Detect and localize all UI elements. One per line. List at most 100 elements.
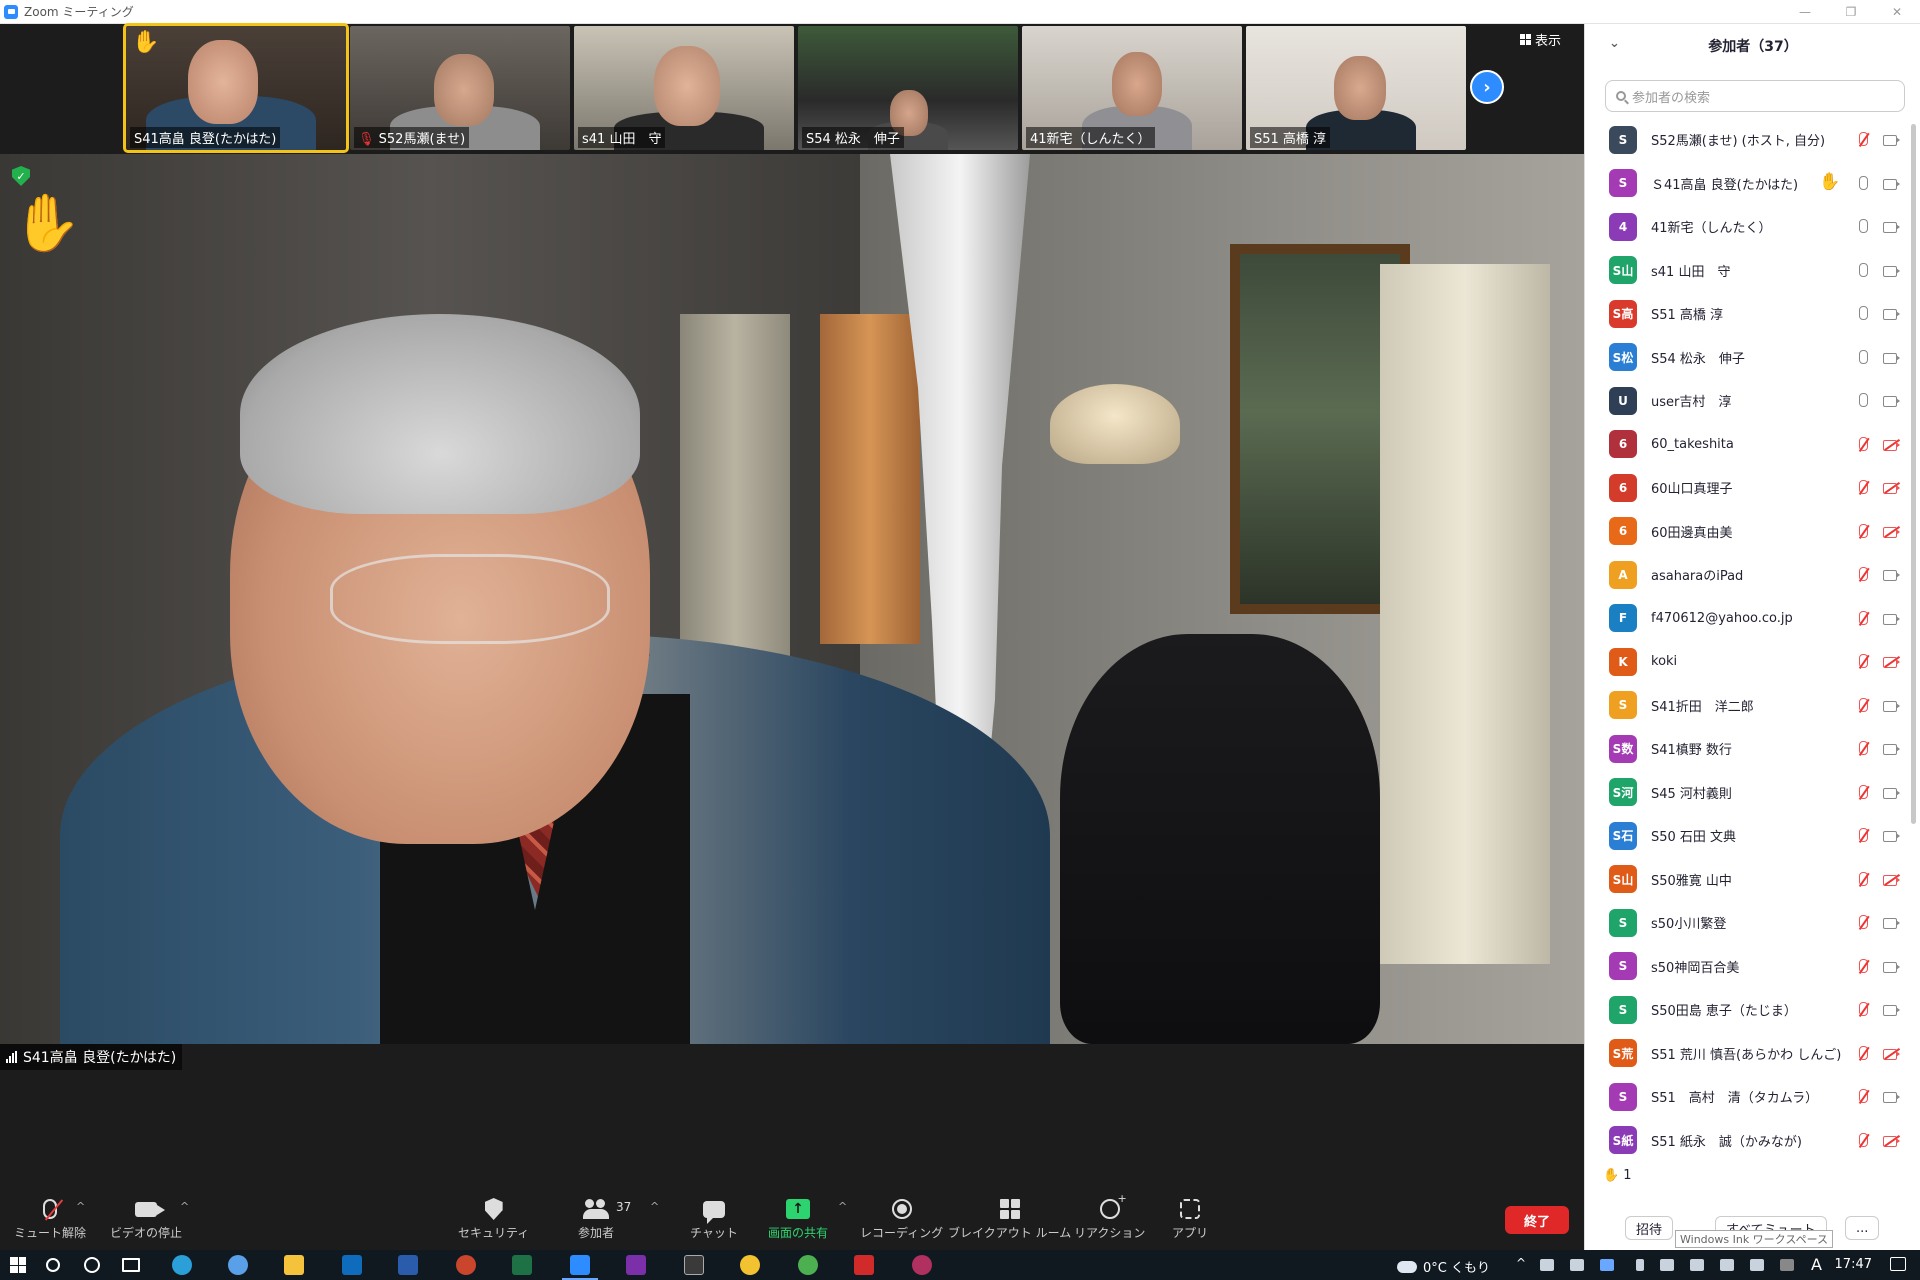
muted-mic-icon[interactable] — [1855, 698, 1871, 714]
muted-mic-icon[interactable] — [1855, 654, 1871, 670]
participant-row[interactable]: Ss50小川繁登 — [1585, 901, 1915, 945]
mic-icon[interactable] — [1855, 219, 1871, 235]
pen-icon[interactable] — [1750, 1259, 1764, 1271]
participant-row[interactable]: S松 S54 松永 伸子 — [1585, 336, 1915, 380]
camera-off-icon[interactable] — [1883, 524, 1900, 540]
participant-row[interactable]: Uuser吉村 淳 — [1585, 379, 1915, 423]
participant-row[interactable]: Ss50神岡百合美 — [1585, 945, 1915, 989]
camera-icon[interactable] — [1883, 132, 1900, 148]
camera-icon[interactable] — [1883, 1089, 1900, 1105]
clock[interactable]: 17:47 — [1835, 1257, 1872, 1272]
muted-mic-icon[interactable] — [1855, 915, 1871, 931]
participant-search-input[interactable]: 参加者の検索 — [1605, 80, 1905, 112]
participants-options-caret[interactable]: ^ — [650, 1200, 659, 1213]
camera-off-icon[interactable] — [1883, 654, 1900, 670]
file-explorer-icon[interactable] — [284, 1255, 304, 1275]
camera-icon[interactable] — [1883, 915, 1900, 931]
meet-now-icon[interactable] — [1540, 1259, 1554, 1271]
camera-icon[interactable] — [1883, 828, 1900, 844]
chevron-down-icon[interactable]: ⌄ — [1609, 36, 1620, 51]
participant-row[interactable]: S数 S41槙野 数行 — [1585, 727, 1915, 771]
camera-icon[interactable] — [1883, 350, 1900, 366]
participant-row[interactable]: AasaharaのiPad — [1585, 553, 1915, 597]
mic-icon[interactable] — [1855, 306, 1871, 322]
participant-row[interactable]: S山 S50雅寛 山中 — [1585, 858, 1915, 902]
more-options-button[interactable]: ... — [1845, 1216, 1880, 1240]
chrome-icon[interactable] — [798, 1255, 818, 1275]
participants-button[interactable]: 参加者 — [578, 1196, 614, 1241]
gallery-thumb[interactable]: S54 松永 伸子 — [798, 26, 1018, 150]
chevron-right-icon[interactable]: › — [1470, 70, 1504, 104]
camera-icon[interactable] — [1883, 959, 1900, 975]
onenote-icon[interactable] — [626, 1255, 646, 1275]
share-options-caret[interactable]: ^ — [838, 1200, 847, 1213]
camera-icon[interactable] — [1883, 176, 1900, 192]
security-button[interactable]: セキュリティ — [458, 1196, 529, 1241]
stop-video-button[interactable]: ビデオの停止 — [110, 1196, 182, 1241]
muted-mic-icon[interactable] — [1855, 741, 1871, 757]
minimize-icon[interactable]: — — [1782, 0, 1828, 24]
participant-row[interactable]: S河 S45 河村義則 — [1585, 771, 1915, 815]
muted-mic-icon[interactable] — [1855, 785, 1871, 801]
muted-mic-icon[interactable] — [1855, 959, 1871, 975]
app-icon[interactable] — [740, 1255, 760, 1275]
muted-mic-icon[interactable] — [1855, 524, 1871, 540]
muted-mic-icon[interactable] — [1855, 611, 1871, 627]
record-button[interactable]: レコーディング — [860, 1196, 943, 1241]
participant-row[interactable]: 6 60山口真理子 — [1585, 466, 1915, 510]
gallery-thumb[interactable]: s41 山田 守 — [574, 26, 794, 150]
calendar-icon[interactable] — [684, 1255, 704, 1275]
camera-icon[interactable] — [1883, 263, 1900, 279]
camera-icon[interactable] — [1883, 741, 1900, 757]
participant-row[interactable]: S S50田島 恵子（たじま） — [1585, 988, 1915, 1032]
muted-mic-icon[interactable] — [1855, 1046, 1871, 1062]
excel-icon[interactable] — [512, 1255, 532, 1275]
zoom-taskbar-icon[interactable] — [562, 1255, 598, 1280]
camera-off-icon[interactable] — [1883, 1046, 1900, 1062]
chat-button[interactable]: チャット — [690, 1196, 738, 1241]
microphone-icon[interactable] — [1636, 1259, 1644, 1271]
muted-mic-icon[interactable] — [1855, 1089, 1871, 1105]
camera-off-icon[interactable] — [1883, 437, 1900, 453]
main-speaker-video[interactable]: ✓ ✋ — [0, 154, 1584, 1044]
onedrive-icon[interactable] — [1570, 1259, 1584, 1271]
participant-row[interactable]: S荒 S51 荒川 慎吾(あらかわ しんご) — [1585, 1032, 1915, 1076]
participant-row[interactable]: Kkoki — [1585, 640, 1915, 684]
participant-row[interactable]: S石 S50 石田 文典 — [1585, 814, 1915, 858]
task-view-icon[interactable] — [122, 1258, 140, 1272]
reactions-button[interactable]: リアクション — [1074, 1192, 1145, 1241]
muted-mic-icon[interactable] — [1855, 437, 1871, 453]
muted-mic-icon[interactable] — [1855, 872, 1871, 888]
participant-row[interactable]: S S41折田 洋二郎 — [1585, 684, 1915, 728]
powerpoint-icon[interactable] — [456, 1255, 476, 1275]
participant-row[interactable]: S山 s41 山田 守 — [1585, 249, 1915, 293]
camera-off-icon[interactable] — [1883, 1133, 1900, 1149]
close-icon[interactable]: ✕ — [1874, 0, 1920, 24]
muted-mic-icon[interactable] — [1855, 132, 1871, 148]
video-options-caret[interactable]: ^ — [180, 1200, 189, 1213]
gallery-thumb[interactable]: S51 高橋 淳 — [1246, 26, 1466, 150]
audio-options-caret[interactable]: ^ — [76, 1200, 85, 1213]
camera-icon[interactable] — [1883, 785, 1900, 801]
participant-row[interactable]: 6 60田邊真由美 — [1585, 510, 1915, 554]
camera-icon[interactable] — [1883, 393, 1900, 409]
participant-row[interactable]: 6 60_takeshita — [1585, 423, 1915, 467]
mic-icon[interactable] — [1855, 176, 1871, 192]
muted-mic-icon[interactable] — [1855, 1002, 1871, 1018]
camera-icon[interactable] — [1883, 611, 1900, 627]
participant-row[interactable]: S S52馬瀬(ませ) (ホスト, 自分) — [1585, 118, 1915, 162]
gallery-thumb[interactable]: 41新宅（しんたく） — [1022, 26, 1242, 150]
keyboard-icon[interactable] — [1780, 1259, 1794, 1271]
muted-mic-icon[interactable] — [1855, 1133, 1871, 1149]
gallery-thumb[interactable]: 🎙 S52馬瀬(ませ) — [350, 26, 570, 150]
camera-icon[interactable] — [1883, 306, 1900, 322]
participant-row[interactable]: 4 41新宅（しんたく） — [1585, 205, 1915, 249]
mic-icon[interactable] — [1855, 393, 1871, 409]
breakout-rooms-button[interactable]: ブレイクアウト ルーム — [948, 1196, 1071, 1241]
muted-mic-icon[interactable] — [1855, 480, 1871, 496]
restore-icon[interactable]: ❐ — [1828, 0, 1874, 24]
app-icon[interactable] — [912, 1255, 932, 1275]
ime-indicator[interactable]: A — [1811, 1255, 1822, 1274]
battery-icon[interactable] — [1660, 1259, 1674, 1271]
camera-icon[interactable] — [1883, 1002, 1900, 1018]
